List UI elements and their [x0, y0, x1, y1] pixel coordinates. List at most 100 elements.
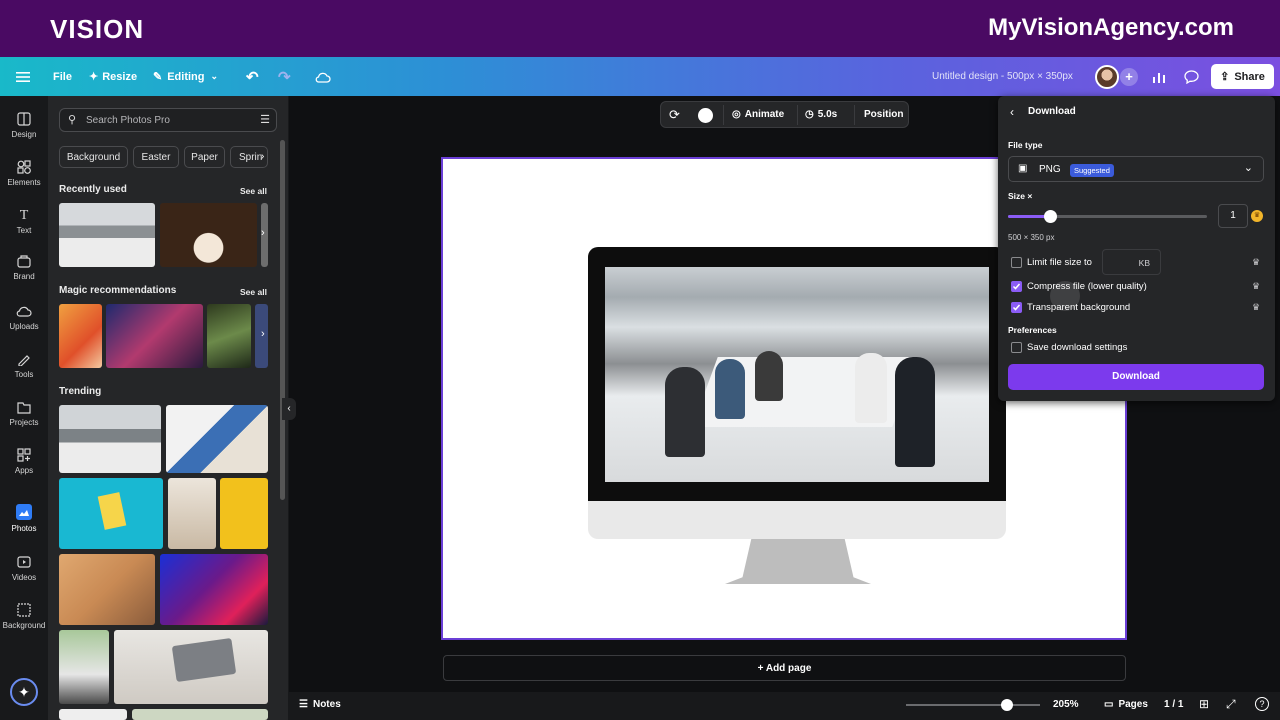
size-input[interactable]: 1	[1218, 204, 1248, 228]
office-meeting-photo[interactable]	[605, 267, 989, 482]
comment-icon[interactable]	[1184, 57, 1199, 96]
photo-trending-laptop-floor[interactable]	[59, 554, 155, 625]
rail-videos[interactable]: Videos	[0, 555, 48, 582]
photo-trending-gradient[interactable]	[160, 554, 268, 625]
file-type-select[interactable]: ▣ PNG Suggested ⌄	[1008, 156, 1264, 182]
bottom-bar: ☰ Notes 205% ▭ Pages 1 / 1 ⊞ ⤢ ?	[289, 692, 1280, 720]
size-slider-thumb[interactable]	[1043, 210, 1057, 223]
photo-trending-woman[interactable]	[168, 478, 216, 549]
menu-button[interactable]	[16, 57, 30, 96]
zoom-slider-thumb[interactable]	[1000, 699, 1013, 711]
search-placeholder: Search Photos Pro	[86, 115, 170, 126]
insights-icon[interactable]	[1152, 57, 1166, 96]
rail-background-label: Background	[2, 621, 46, 630]
photo-trending-bottom-1[interactable]	[59, 709, 127, 720]
avatar[interactable]	[1095, 57, 1119, 96]
rail-brand[interactable]: Brand	[0, 254, 48, 281]
pencil-icon: ✎	[153, 71, 163, 83]
photo-orange-abstract[interactable]	[59, 304, 102, 368]
monitor-chin	[588, 501, 1006, 539]
rail-uploads[interactable]: Uploads	[0, 304, 48, 331]
photo-birthday-cake[interactable]	[160, 203, 257, 267]
magic-recommendations-heading: Magic recommendations	[59, 285, 177, 296]
download-dialog: ‹ Download File type ▣ PNG Suggested ⌄ S…	[998, 96, 1275, 401]
resize-icon: ✦	[89, 71, 99, 83]
resize-label: Resize	[102, 70, 138, 83]
file-size-input[interactable]: KB	[1102, 249, 1161, 275]
file-menu[interactable]: File	[53, 57, 72, 96]
magic-see-all[interactable]: See all	[240, 287, 267, 297]
share-button[interactable]: ⇪ Share	[1211, 64, 1274, 89]
transparent-background-checkbox[interactable]	[1011, 302, 1022, 313]
color-swatch[interactable]	[698, 108, 713, 123]
chip-easter[interactable]: Easter	[133, 146, 179, 168]
rail-design[interactable]: Design	[0, 112, 48, 139]
brand-icon	[17, 255, 31, 268]
rail-photos-label: Photos	[11, 524, 37, 533]
back-icon[interactable]: ‹	[1010, 105, 1014, 119]
redo-icon[interactable]: ↷	[278, 57, 291, 96]
vision-logo: VISION	[50, 14, 145, 44]
help-icon[interactable]: ?	[1255, 697, 1269, 711]
rail-photos[interactable]: Photos	[0, 504, 48, 533]
photo-trending-yellow[interactable]	[220, 478, 268, 549]
magic-assistant-button[interactable]: ✦	[0, 678, 48, 706]
download-button[interactable]: Download	[1008, 364, 1264, 390]
clock-icon: ◷	[805, 109, 814, 120]
recently-used-see-all[interactable]: See all	[240, 186, 267, 196]
rail-elements[interactable]: Elements	[0, 160, 48, 187]
limit-file-size-checkbox[interactable]	[1011, 257, 1022, 268]
recent-next-icon[interactable]: ›	[261, 227, 265, 239]
compress-checkbox[interactable]	[1011, 281, 1022, 292]
animate-button[interactable]: ◎ Animate	[732, 109, 784, 120]
rail-background[interactable]: Background	[0, 603, 48, 630]
design-title[interactable]: Untitled design - 500px × 350px	[932, 57, 1073, 96]
save-settings-checkbox[interactable]	[1011, 342, 1022, 353]
add-collaborator-button[interactable]: +	[1120, 57, 1138, 96]
pages-button[interactable]: ▭ Pages	[1104, 699, 1148, 710]
cloud-save-icon[interactable]	[315, 57, 331, 96]
rail-apps[interactable]: Apps	[0, 448, 48, 475]
photo-trending-wheelchair[interactable]	[59, 630, 109, 704]
zoom-slider[interactable]	[906, 699, 1040, 711]
chip-paper[interactable]: Paper	[184, 146, 225, 168]
rail-projects[interactable]: Projects	[0, 400, 48, 427]
toolbar-divider	[854, 105, 855, 125]
photo-trending-cyan[interactable]	[59, 478, 163, 549]
chip-background[interactable]: Background	[59, 146, 128, 168]
replace-icon[interactable]: ⟳	[669, 107, 680, 123]
size-slider[interactable]	[1008, 210, 1207, 223]
photo-trending-bottom-2[interactable]	[132, 709, 268, 720]
duration-button[interactable]: ◷ 5.0s	[805, 109, 837, 120]
notes-button[interactable]: ☰ Notes	[299, 699, 341, 710]
rail-tools-label: Tools	[14, 370, 34, 379]
grid-view-icon[interactable]: ⊞	[1199, 697, 1209, 711]
add-page-button[interactable]: + Add page	[443, 655, 1126, 681]
editing-mode-button[interactable]: ✎ Editing ⌄	[153, 57, 218, 96]
position-button[interactable]: Position	[864, 109, 903, 120]
rail-apps-label: Apps	[14, 466, 34, 475]
image-icon: ▣	[1018, 163, 1028, 174]
monitor-screen[interactable]	[588, 247, 1006, 501]
photo-office-meeting[interactable]	[59, 203, 155, 267]
rail-text[interactable]: T Text	[0, 208, 48, 235]
rail-uploads-label: Uploads	[9, 322, 39, 331]
chips-next-icon[interactable]: ›	[261, 151, 264, 162]
photo-trending-office[interactable]	[59, 405, 161, 473]
rail-tools[interactable]: Tools	[0, 352, 48, 379]
resize-button[interactable]: ✦ Resize	[89, 57, 137, 96]
zoom-level[interactable]: 205%	[1053, 699, 1079, 710]
filter-icon[interactable]: ☰	[260, 113, 270, 126]
search-input[interactable]: ⚲ Search Photos Pro ☰	[59, 108, 277, 132]
photo-trending-couple[interactable]	[166, 405, 268, 473]
photo-neon-hand[interactable]	[106, 304, 203, 368]
collapse-panel-icon[interactable]: ‹	[282, 398, 296, 420]
photo-trending-typing[interactable]	[114, 630, 268, 704]
panel-scrollbar[interactable]	[280, 140, 285, 500]
undo-icon[interactable]: ↶	[246, 57, 259, 96]
photo-leaves[interactable]	[207, 304, 251, 368]
photos-icon	[16, 504, 32, 520]
left-rail: Design Elements T Text Brand Uploads Tool…	[0, 96, 48, 720]
magic-next-icon[interactable]: ›	[261, 328, 265, 340]
fullscreen-icon[interactable]: ⤢	[1226, 697, 1236, 712]
